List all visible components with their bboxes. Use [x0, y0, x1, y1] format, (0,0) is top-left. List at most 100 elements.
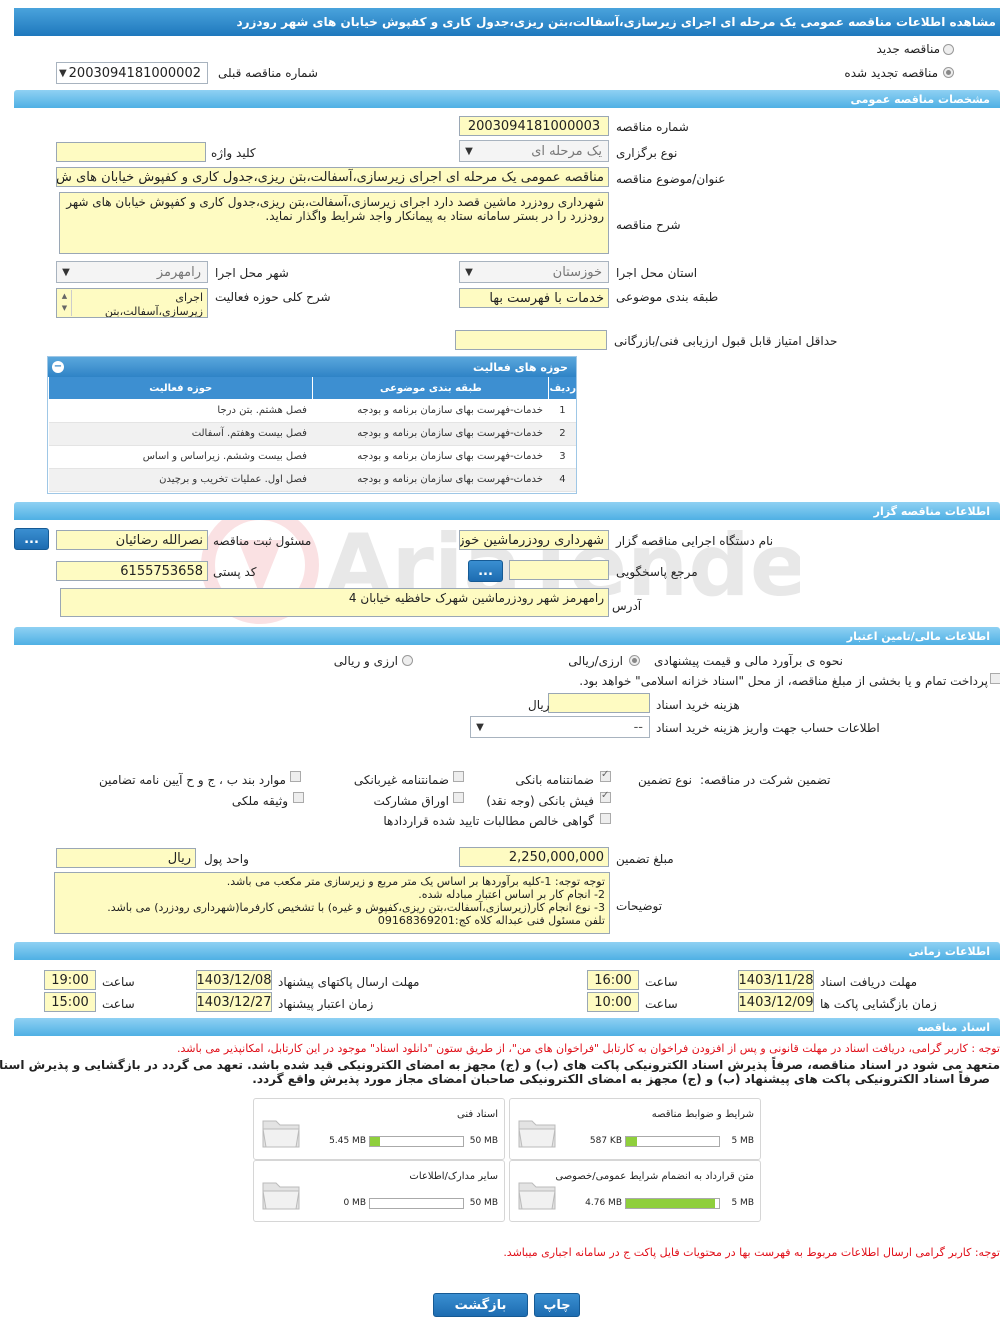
docs-notice-1: توجه : کاربر گرامی، دریافت اسناد در مهلت… — [176, 1042, 1000, 1055]
ref-field[interactable] — [509, 560, 609, 580]
bonds-checkbox[interactable] — [453, 792, 464, 803]
account-select[interactable]: ▼ -- — [470, 716, 650, 738]
open-date[interactable]: 1403/12/09 — [738, 992, 814, 1012]
postal-label: کد پستی — [213, 565, 257, 579]
send-time[interactable]: 19:00 — [44, 970, 96, 990]
currency-field[interactable]: ریال — [56, 848, 196, 868]
doc-fee-field[interactable] — [548, 693, 650, 713]
postal-field[interactable]: 6155753658 — [56, 561, 208, 581]
folder-icon — [262, 1182, 300, 1210]
doc-fee-label: هزینه خرید اسناد — [656, 698, 740, 712]
folder-icon — [262, 1120, 300, 1148]
file-max: 50 MB — [469, 1136, 498, 1146]
keyword-field[interactable] — [56, 142, 206, 162]
description-field[interactable]: شهرداری رودزرد ماشین قصد دارد اجرای زیرس… — [59, 192, 609, 254]
subject-label: عنوان/موضوع مناقصه — [616, 172, 726, 186]
scope-label: شرح کلی حوزه فعالیت — [215, 290, 331, 304]
responsible-label: مسئول ثبت مناقصه — [213, 534, 312, 548]
send-date[interactable]: 1403/12/08 — [196, 970, 272, 990]
province-select[interactable]: ▼ خوزستان — [459, 261, 609, 283]
time-label: ساعت — [102, 975, 135, 989]
print-button[interactable]: چاپ — [534, 1293, 580, 1317]
property-label: وثیقه ملکی — [231, 794, 288, 808]
file-max: 50 MB — [469, 1198, 498, 1208]
back-button[interactable]: بازگشت — [433, 1293, 528, 1317]
clauses-checkbox[interactable] — [290, 771, 301, 782]
doc-receive-time[interactable]: 16:00 — [587, 970, 639, 990]
bonds-label: اوراق مشارکت — [373, 794, 449, 808]
address-field[interactable]: رامهرمز شهر رودزرماشین شهرک حافظیه خیابا… — [60, 588, 609, 617]
col-row: ردیف — [548, 377, 576, 399]
file-box[interactable]: سایر مدارک/اطلاعات 0 MB 50 MB — [253, 1160, 505, 1222]
file-max: 5 MB — [731, 1136, 754, 1146]
description-label: شرح مناقصه — [616, 218, 681, 232]
treasury-checkbox[interactable] — [990, 673, 1000, 684]
fx-rial-label: ارزی و ریالی — [333, 654, 398, 668]
activity-table: ردیف طبقه بندی موضوعی حوزه فعالیت 1 خدما… — [47, 377, 576, 492]
new-tender-radio[interactable] — [943, 44, 954, 55]
subject-field[interactable]: مناقصه عمومی یک مرحله ای اجرای زیرسازی،آ… — [56, 167, 609, 187]
send-label: مهلت ارسال پاکتهای پیشنهاد — [278, 975, 420, 989]
timing-section-header: اطلاعات زمانی — [14, 942, 1000, 960]
notes-field[interactable]: توجه توجه: 1-کلیه برآوردها بر اساس یک مت… — [54, 872, 610, 934]
certificate-checkbox[interactable] — [600, 813, 611, 824]
file-max: 5 MB — [731, 1198, 754, 1208]
file-name: متن قرارداد به انضمام شرایط عمومی/خصوصی — [555, 1171, 754, 1182]
guarantee-amount-field[interactable]: 2,250,000,000 — [459, 847, 609, 867]
validity-date[interactable]: 1403/12/27 — [196, 992, 272, 1012]
table-row: 1 خدمات-فهرست بهای سازمان برنامه و بودجه… — [48, 399, 576, 423]
rial-radio[interactable] — [629, 655, 640, 666]
province-label: استان محل اجرا — [616, 266, 698, 280]
tender-number-field[interactable]: 2003094181000003 — [459, 116, 609, 136]
chevron-down-icon: ▼ — [62, 266, 70, 278]
bank-guarantee-label: ضمانتنامه بانکی — [515, 773, 594, 787]
chevron-down-icon: ▼ — [58, 67, 67, 79]
type-select[interactable]: ▼ یک مرحله ای — [459, 140, 609, 162]
fx-rial-radio[interactable] — [402, 655, 413, 666]
activity-panel-title: حوزه های فعالیت — [473, 360, 568, 374]
prev-number-label: شماره مناقصه قبلی — [218, 66, 318, 80]
file-box[interactable]: متن قرارداد به انضمام شرایط عمومی/خصوصی … — [509, 1160, 761, 1222]
folder-icon — [518, 1120, 556, 1148]
file-box[interactable]: اسناد فنی 5.45 MB 50 MB — [253, 1098, 505, 1160]
chevron-down-icon: ▼ — [465, 266, 473, 278]
non-bank-checkbox[interactable] — [453, 771, 464, 782]
file-size: 0 MB — [343, 1198, 366, 1208]
docs-notice-3: توجه: کاربر گرامی ارسال اطلاعات مربوط به… — [503, 1246, 1000, 1259]
renewed-tender-radio[interactable] — [943, 67, 954, 78]
file-box[interactable]: شرایط و ضوابط مناقصه 587 KB 5 MB — [509, 1098, 761, 1160]
collapse-icon[interactable]: − — [52, 361, 64, 373]
guarantee-type-label: نوع تضمین — [638, 773, 692, 787]
org-name-field[interactable]: شهرداری رودزرماشین خوزستان — [459, 530, 609, 550]
guarantee-amount-label: مبلغ تضمین — [616, 852, 674, 866]
file-name: سایر مدارک/اطلاعات — [409, 1171, 498, 1182]
category-field[interactable]: خدمات با فهرست بها — [459, 288, 609, 308]
city-select[interactable]: ▼ رامهرمز — [56, 261, 208, 283]
scope-field[interactable]: اجرای زیرسازی،آسفالت،بتن — [56, 288, 208, 318]
file-size: 5.45 MB — [329, 1136, 366, 1146]
ref-lookup-button[interactable]: ... — [468, 560, 503, 582]
address-label: آدرس — [612, 599, 642, 613]
prev-number-select[interactable]: ▼ 2003094181000002 — [56, 62, 208, 84]
responsible-field[interactable]: نصرالله رضائیان — [56, 530, 208, 550]
property-checkbox[interactable] — [293, 792, 304, 803]
bank-receipt-checkbox[interactable] — [600, 790, 611, 803]
time-label: ساعت — [102, 997, 135, 1011]
org-name-label: نام دستگاه اجرایی مناقصه گزار — [616, 534, 774, 548]
col-activity: حوزه فعالیت — [47, 377, 313, 399]
doc-receive-date[interactable]: 1403/11/28 — [738, 970, 814, 990]
time-label: ساعت — [645, 975, 678, 989]
validity-time[interactable]: 15:00 — [44, 992, 96, 1012]
guarantee-section-label: تضمین شرکت در مناقصه: — [700, 773, 831, 787]
open-label: زمان بازگشایی پاکت ها — [820, 997, 937, 1011]
scroll-arrows-icon[interactable]: ▲ ▼ — [58, 290, 72, 316]
type-label: نوع برگزاری — [616, 146, 678, 160]
finance-section-header: اطلاعات مالی/تامین اعتبار — [14, 627, 1000, 645]
min-score-field[interactable] — [455, 330, 607, 350]
responsible-lookup-button[interactable]: ... — [14, 528, 49, 550]
folder-icon — [518, 1182, 556, 1210]
file-progress — [369, 1198, 464, 1209]
open-time[interactable]: 10:00 — [587, 992, 639, 1012]
account-label: اطلاعات حساب جهت واریز هزینه خرید اسناد — [656, 721, 880, 735]
bank-guarantee-checkbox[interactable] — [600, 769, 611, 782]
